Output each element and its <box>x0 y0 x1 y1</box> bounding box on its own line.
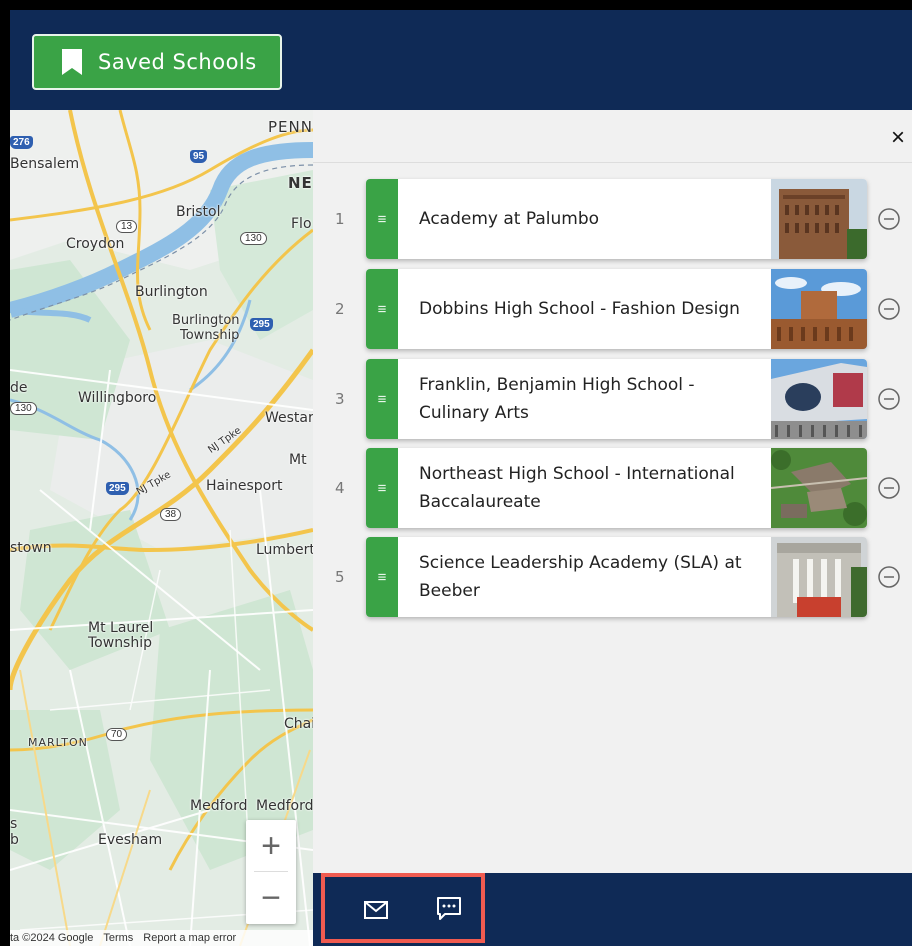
school-rank: 4 <box>335 479 345 497</box>
map-label-ne: NE <box>288 174 313 192</box>
map-label-medford: Medford <box>190 798 248 814</box>
interstate-276-shield: 276 <box>10 136 33 149</box>
route-13-shield: 13 <box>116 220 138 233</box>
drag-handle-icon[interactable]: ≡ <box>366 359 398 439</box>
map-data-credit: ta ©2024 Google <box>10 932 94 944</box>
map-label-marlton: MARLTON <box>28 736 88 749</box>
school-rank: 5 <box>335 568 345 586</box>
school-card[interactable]: ≡ Dobbins High School - Fashion Design <box>366 269 867 349</box>
school-photo <box>771 359 867 439</box>
school-row: 5 ≡ Science Leadership Academy (SLA) at … <box>313 537 912 617</box>
school-rank: 3 <box>335 390 345 408</box>
remove-circle-icon[interactable] <box>877 297 901 321</box>
route-130-shield: 130 <box>240 232 267 245</box>
map-label-de: de <box>10 380 28 396</box>
school-card[interactable]: ≡ Science Leadership Academy (SLA) at Be… <box>366 537 867 617</box>
remove-circle-icon[interactable] <box>877 565 901 589</box>
map-label-lumbert: Lumbert <box>256 542 313 558</box>
remove-circle-icon[interactable] <box>877 476 901 500</box>
map-label-chai: Chai <box>284 716 313 732</box>
email-icon[interactable] <box>363 897 389 923</box>
saved-schools-label: Saved Schools <box>98 50 257 74</box>
map-label-medford-2: Medford <box>256 798 313 814</box>
interstate-295-shield-2: 295 <box>106 482 129 495</box>
map-label-hainesport: Hainesport <box>206 478 283 494</box>
app-window: Saved Schools 276 Bensalem PENN 95 NE Br… <box>10 10 912 946</box>
drag-handle-icon[interactable]: ≡ <box>366 537 398 617</box>
school-photo <box>771 448 867 528</box>
map-label-penn: PENN <box>268 118 313 136</box>
school-photo <box>771 269 867 349</box>
school-name[interactable]: Franklin, Benjamin High School - Culinar… <box>419 359 769 439</box>
drag-handle-icon[interactable]: ≡ <box>366 269 398 349</box>
saved-schools-button[interactable]: Saved Schools <box>32 34 282 90</box>
interstate-295-shield: 295 <box>250 318 273 331</box>
map-label-westar: Westar <box>265 410 313 426</box>
map-view[interactable]: 276 Bensalem PENN 95 NE Bristol Flo 13 1… <box>10 110 313 946</box>
map-label-township: Township <box>180 328 240 343</box>
share-actions-highlight <box>321 873 485 943</box>
school-rank: 2 <box>335 300 345 318</box>
map-terms-link[interactable]: Terms <box>103 932 133 944</box>
school-name[interactable]: Science Leadership Academy (SLA) at Beeb… <box>419 537 769 617</box>
map-label-burlington: Burlington <box>135 284 208 300</box>
close-button[interactable]: × <box>884 124 912 152</box>
drag-handle-icon[interactable]: ≡ <box>366 448 398 528</box>
chat-message-icon[interactable] <box>435 895 463 923</box>
map-label-bristol: Bristol <box>176 204 221 220</box>
interstate-95-shield: 95 <box>190 150 208 163</box>
zoom-controls: + − <box>246 820 296 924</box>
zoom-out-button[interactable]: − <box>246 872 296 924</box>
map-label-s: s <box>10 816 18 832</box>
map-label-bensalem: Bensalem <box>10 156 80 172</box>
school-photo <box>771 179 867 259</box>
school-row: 3 ≡ Franklin, Benjamin High School - Cul… <box>313 359 912 439</box>
panel-footer <box>313 873 912 946</box>
school-name[interactable]: Northeast High School - International Ba… <box>419 448 769 528</box>
remove-circle-icon[interactable] <box>877 387 901 411</box>
map-label-stown: stown <box>10 540 52 556</box>
map-label-mt-laurel: Mt Laurel <box>88 620 154 636</box>
school-row: 4 ≡ Northeast High School - Internationa… <box>313 448 912 528</box>
map-label-evesham: Evesham <box>98 832 163 848</box>
school-rank: 1 <box>335 210 345 228</box>
map-attribution: ta ©2024 Google Terms Report a map error <box>10 930 313 946</box>
route-70-shield: 70 <box>106 728 128 741</box>
school-name[interactable]: Academy at Palumbo <box>419 179 769 259</box>
map-label-burlington-twp: Burlington <box>172 313 240 328</box>
zoom-in-button[interactable]: + <box>246 820 296 872</box>
saved-schools-panel: × 1 ≡ Academy at Palumbo 2 ≡ Dobbins Hig… <box>313 110 912 873</box>
map-label-croydon: Croydon <box>66 236 125 252</box>
remove-circle-icon[interactable] <box>877 207 901 231</box>
school-row: 1 ≡ Academy at Palumbo <box>313 179 912 259</box>
zoom-divider <box>254 871 288 872</box>
route-38-shield: 38 <box>160 508 182 521</box>
report-map-error-link[interactable]: Report a map error <box>143 932 236 944</box>
header-bar: Saved Schools <box>10 10 912 110</box>
drag-handle-icon[interactable]: ≡ <box>366 179 398 259</box>
route-130-shield-2: 130 <box>10 402 37 415</box>
school-photo <box>771 537 867 617</box>
school-card[interactable]: ≡ Academy at Palumbo <box>366 179 867 259</box>
map-label-flo: Flo <box>291 216 312 232</box>
bookmark-icon <box>62 49 82 75</box>
map-label-mt: Mt <box>289 452 307 468</box>
map-label-b: b <box>10 832 19 848</box>
school-name[interactable]: Dobbins High School - Fashion Design <box>419 269 769 349</box>
panel-header: × <box>313 110 912 163</box>
map-label-willingboro: Willingboro <box>78 390 157 406</box>
school-row: 2 ≡ Dobbins High School - Fashion Design <box>313 269 912 349</box>
map-label-mt-laurel-township: Township <box>88 635 153 651</box>
school-card[interactable]: ≡ Northeast High School - International … <box>366 448 867 528</box>
school-card[interactable]: ≡ Franklin, Benjamin High School - Culin… <box>366 359 867 439</box>
